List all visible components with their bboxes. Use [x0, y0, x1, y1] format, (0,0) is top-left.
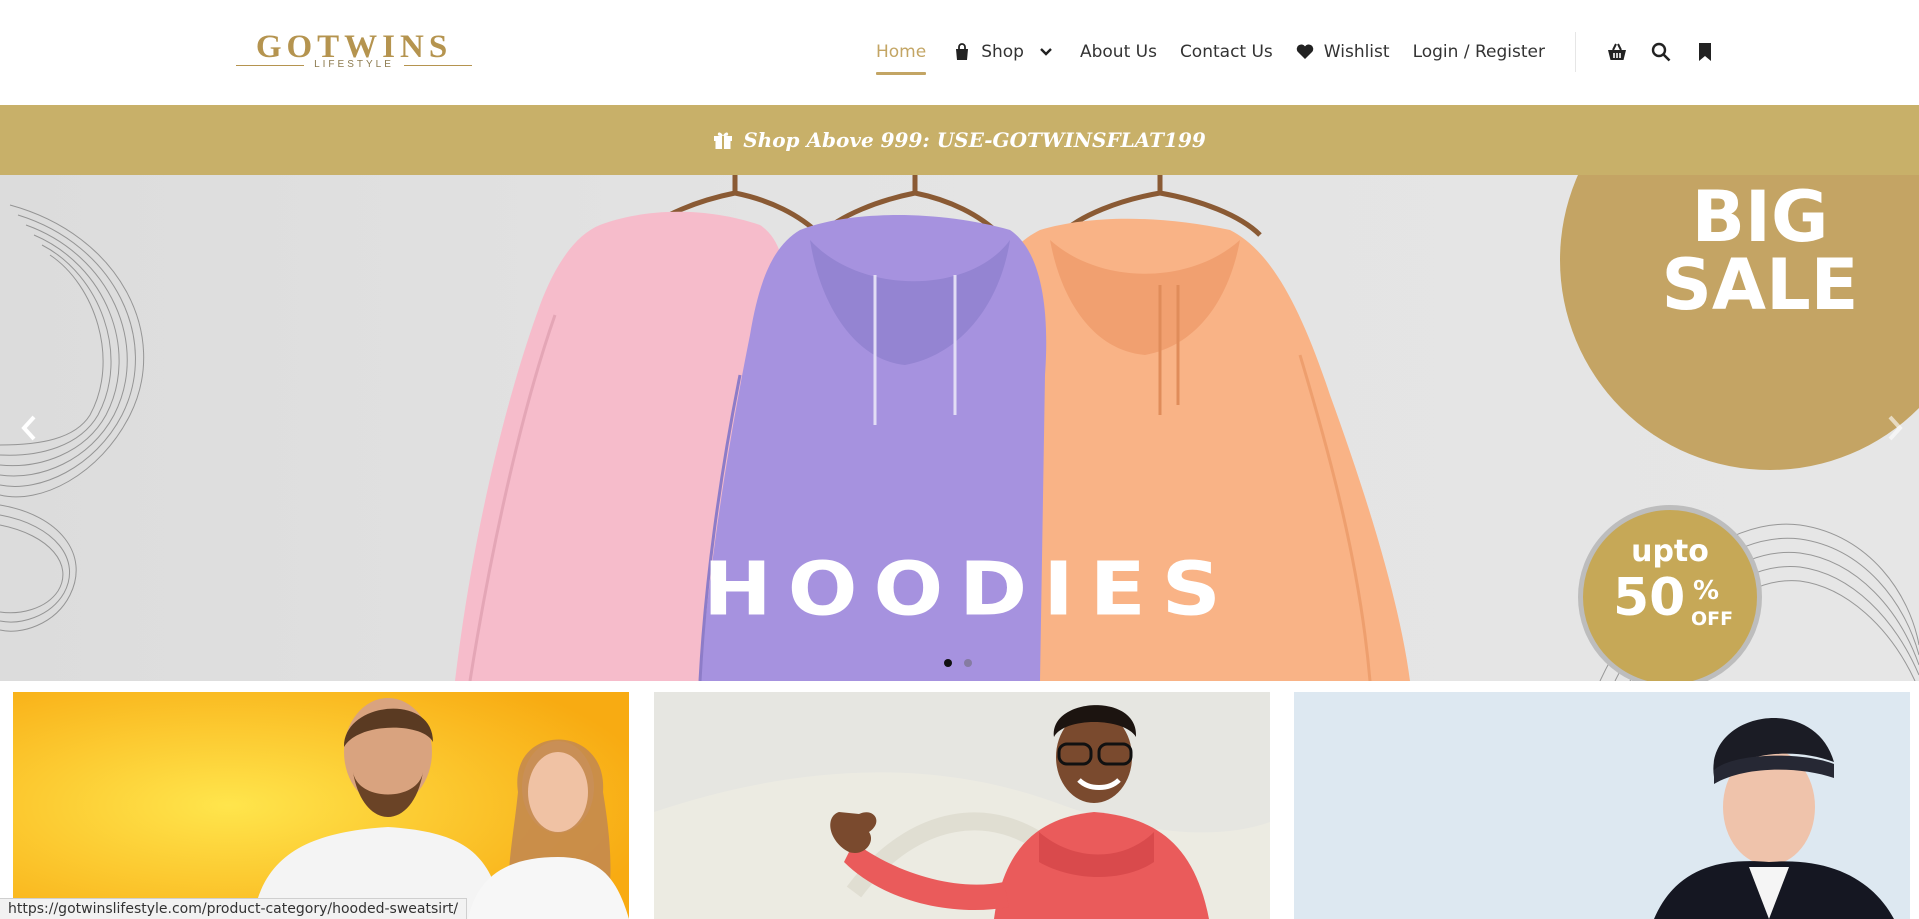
main-nav: Home Shop About Us Contact Us Wishlist L…	[876, 32, 1716, 75]
bookmark-icon[interactable]	[1694, 41, 1716, 63]
couple-tshirts-image	[13, 692, 629, 919]
nav-shop-label: Shop	[981, 42, 1024, 62]
slider-prev-button[interactable]	[12, 411, 46, 445]
slider-dot-2[interactable]	[964, 659, 972, 667]
badge-percent: %	[1693, 576, 1720, 606]
man-cap-image	[1294, 692, 1910, 919]
status-bar-url: https://gotwinslifestyle.com/product-cat…	[0, 898, 468, 919]
promo-text: Shop Above 999: USE-GOTWINSFLAT199	[743, 128, 1206, 152]
badge-value: 50	[1613, 568, 1686, 628]
nav-contact-us[interactable]: Contact Us	[1180, 34, 1273, 70]
discount-badge: upto 50 % OFF	[1578, 505, 1762, 681]
big-sale-line2: SALE	[1661, 244, 1859, 326]
brand-logo[interactable]: GOTWINS LIFESTYLE	[236, 30, 472, 74]
hero-headline: HOODIES	[703, 546, 1237, 633]
slider-dots	[944, 659, 972, 667]
nav-wishlist[interactable]: Wishlist	[1296, 34, 1390, 70]
search-icon[interactable]	[1650, 41, 1672, 63]
basket-icon[interactable]	[1606, 41, 1628, 63]
chevron-right-icon	[1888, 415, 1903, 441]
nav-home[interactable]: Home	[876, 34, 927, 75]
slider-dot-1[interactable]	[944, 659, 952, 667]
shopping-bag-icon	[953, 43, 971, 61]
badge-off: OFF	[1691, 608, 1734, 630]
man-hoodie-image	[654, 692, 1270, 919]
t-shirts-tile[interactable]	[13, 692, 629, 919]
nav-contact-label: Contact Us	[1179, 42, 1273, 62]
chevron-left-icon	[21, 415, 36, 441]
nav-about-us[interactable]: About Us	[1080, 34, 1157, 70]
gift-icon	[713, 130, 733, 150]
promo-bar: Shop Above 999: USE-GOTWINSFLAT199	[0, 105, 1919, 175]
nav-wishlist-label: Wishlist	[1323, 42, 1390, 62]
nav-login-label: Login / Register	[1412, 42, 1545, 62]
nav-shop[interactable]: Shop	[953, 34, 1052, 70]
category-tiles	[0, 692, 1919, 919]
hoodies-tile[interactable]	[654, 692, 1270, 919]
chevron-down-icon[interactable]	[1040, 47, 1052, 57]
hero-slider[interactable]: HOODIES BIG SALE upto 50 % OFF	[0, 175, 1919, 681]
site-header: GOTWINS LIFESTYLE Home Shop About Us Con…	[0, 0, 1919, 104]
badge-upto: upto	[1631, 534, 1709, 569]
nav-about-label: About Us	[1079, 42, 1157, 62]
logo-rule-right	[404, 65, 472, 66]
nav-home-label: Home	[876, 42, 927, 62]
jackets-tile[interactable]	[1294, 692, 1910, 919]
nav-login-register[interactable]: Login / Register	[1413, 34, 1545, 70]
big-sale-line1: BIG	[1691, 176, 1829, 258]
slider-next-button[interactable]	[1878, 411, 1912, 445]
nav-divider	[1574, 32, 1576, 72]
heart-icon	[1296, 43, 1314, 61]
